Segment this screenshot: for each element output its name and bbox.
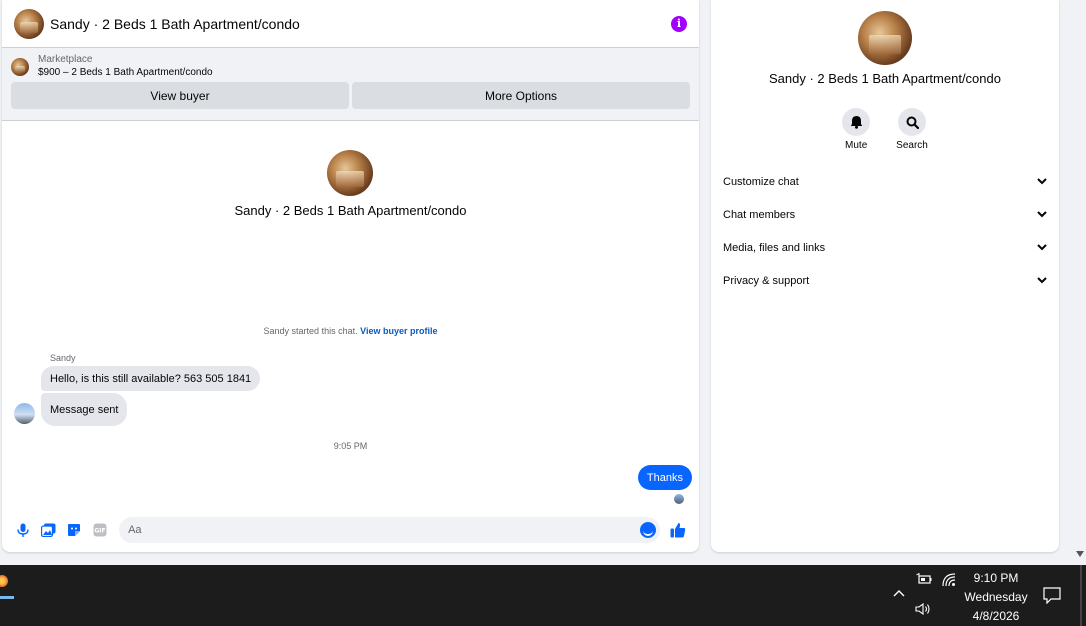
mute-button[interactable]: Mute	[842, 108, 871, 151]
photo-icon[interactable]	[36, 517, 62, 543]
taskbar-app-button[interactable]	[0, 569, 14, 599]
chat-header: Sandy · 2 Beds 1 Bath Apartment/condo i	[2, 0, 699, 48]
started-text: Sandy started this chat.	[263, 326, 358, 336]
message-bubble-incoming[interactable]: Message sent	[41, 393, 128, 426]
system-clock[interactable]: 9:10 PM Wednesday 4/8/2026	[958, 569, 1034, 626]
message-bubble-outgoing[interactable]: Thanks	[637, 465, 692, 490]
thumbs-up-icon[interactable]	[665, 517, 691, 543]
section-label: Customize chat	[723, 175, 799, 188]
message-input[interactable]: Aa	[119, 517, 661, 543]
media-files-links-section[interactable]: Media, files and links	[711, 231, 1059, 264]
active-app-indicator	[0, 596, 14, 599]
message-thread: Sandy · 2 Beds 1 Bath Apartment/condo Sa…	[2, 121, 699, 509]
sticker-icon[interactable]	[62, 517, 88, 543]
read-receipt-avatar	[674, 494, 684, 504]
chat-started-notice: Sandy started this chat. View buyer prof…	[2, 326, 699, 336]
clock-day: Wednesday	[964, 590, 1028, 604]
listing-price: $900 – 2 Beds 1 Bath Apartment/condo	[38, 67, 213, 78]
message-bubble-incoming[interactable]: Hello, is this still available? 563 505 …	[41, 366, 261, 391]
section-label: Privacy & support	[723, 274, 810, 287]
wifi-icon[interactable]	[942, 573, 956, 587]
section-label: Media, files and links	[723, 241, 826, 254]
marketplace-bar: Marketplace $900 – 2 Beds 1 Bath Apartme…	[2, 48, 699, 121]
customize-chat-section[interactable]: Customize chat	[711, 165, 1059, 198]
info-sections: Customize chat Chat members Media, files…	[711, 165, 1059, 297]
clock-time: 9:10 PM	[973, 571, 1019, 585]
marketplace-listing[interactable]: Marketplace $900 – 2 Beds 1 Bath Apartme…	[11, 54, 690, 78]
marketplace-label: Marketplace	[38, 54, 93, 65]
chat-info-panel: Sandy · 2 Beds 1 Bath Apartment/condo Mu…	[711, 0, 1059, 552]
app-icon	[0, 575, 8, 587]
chevron-down-icon	[1037, 178, 1047, 185]
svg-text:GIF: GIF	[95, 528, 106, 535]
more-options-button[interactable]: More Options	[352, 82, 690, 109]
microphone-icon[interactable]	[10, 517, 36, 543]
volume-icon[interactable]	[915, 603, 931, 615]
search-label: Search	[896, 140, 928, 151]
thread-avatar	[327, 150, 373, 196]
chevron-down-icon	[1037, 277, 1047, 284]
notification-icon[interactable]	[1043, 587, 1061, 604]
chevron-down-icon	[1037, 244, 1047, 251]
chat-panel: Sandy · 2 Beds 1 Bath Apartment/condo i …	[2, 0, 699, 552]
info-icon[interactable]: i	[671, 15, 687, 32]
thread-title: Sandy · 2 Beds 1 Bath Apartment/condo	[234, 203, 467, 218]
listing-thumbnail	[11, 58, 29, 76]
info-title: Sandy · 2 Beds 1 Bath Apartment/condo	[769, 71, 1001, 86]
taskbar: 9:10 PM Wednesday 4/8/2026	[0, 565, 1086, 626]
search-icon	[906, 116, 919, 129]
emoji-icon[interactable]	[640, 522, 657, 538]
scroll-down-arrow[interactable]	[1076, 551, 1084, 557]
show-desktop-edge[interactable]	[1080, 565, 1082, 626]
message-timestamp: 9:05 PM	[333, 441, 368, 451]
chat-title[interactable]: Sandy · 2 Beds 1 Bath Apartment/condo	[50, 16, 671, 32]
sender-avatar[interactable]	[14, 403, 35, 424]
view-buyer-button[interactable]: View buyer	[11, 82, 349, 109]
show-hidden-icons-chevron-icon[interactable]	[893, 589, 905, 597]
section-label: Chat members	[723, 208, 796, 221]
mute-label: Mute	[845, 140, 868, 151]
search-button[interactable]: Search	[896, 108, 928, 151]
view-buyer-profile-link[interactable]: View buyer profile	[360, 326, 437, 336]
message-composer: GIF Aa	[2, 508, 699, 552]
chat-members-section[interactable]: Chat members	[711, 198, 1059, 231]
battery-icon[interactable]	[916, 573, 932, 585]
sender-name: Sandy	[50, 353, 76, 363]
chat-avatar[interactable]	[14, 8, 44, 39]
message-input-placeholder: Aa	[128, 524, 142, 536]
bell-icon	[850, 116, 862, 129]
gif-icon[interactable]: GIF	[87, 517, 113, 543]
chevron-down-icon	[1037, 211, 1047, 218]
privacy-support-section[interactable]: Privacy & support	[711, 264, 1059, 297]
clock-date: 4/8/2026	[972, 609, 1020, 623]
info-avatar[interactable]	[858, 11, 912, 65]
